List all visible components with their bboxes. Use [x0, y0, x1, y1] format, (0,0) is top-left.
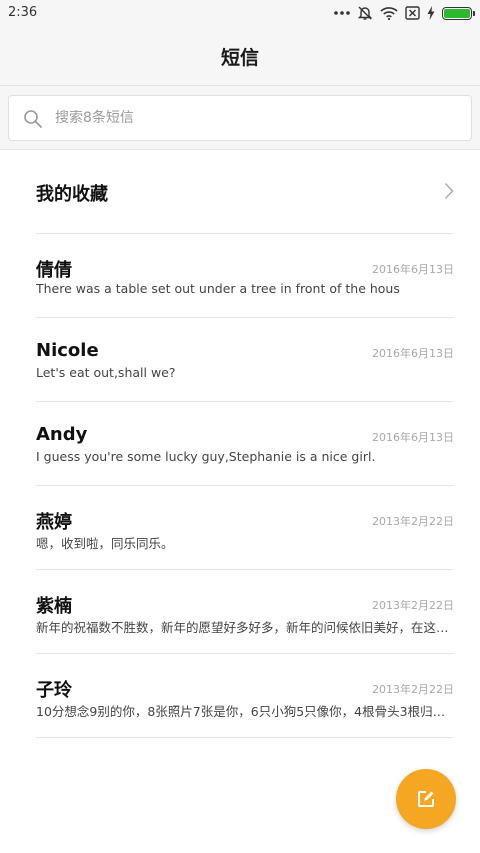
favorites-row[interactable]: 我的收藏	[0, 150, 480, 234]
favorites-label: 我的收藏	[36, 184, 108, 205]
status-bar: 2:36	[0, 0, 480, 26]
status-time: 2:36	[8, 5, 38, 20]
battery-icon	[442, 6, 475, 20]
message-preview: 新年的祝福数不胜数，新年的愿望好多好多，新年的问候依旧美好，在这个温…	[36, 620, 454, 635]
message-preview: There was a table set out under a tree i…	[36, 281, 400, 296]
message-sender: 紫楠	[36, 596, 72, 617]
page-title: 短信	[220, 47, 259, 69]
notification-muted-icon	[357, 6, 373, 20]
message-row[interactable]: 紫楠 2013年2月22日新年的祝福数不胜数，新年的愿望好多好多，新年的问候依旧美…	[0, 570, 480, 654]
compose-icon	[418, 791, 434, 807]
message-preview: Let's eat out,shall we?	[36, 365, 176, 380]
message-date: 2013年2月22日	[372, 599, 454, 612]
search-box[interactable]	[8, 95, 472, 141]
battery-level	[444, 8, 470, 18]
charging-icon	[427, 6, 435, 20]
more-dots-icon	[334, 11, 350, 15]
message-row[interactable]: 燕婷 2013年2月22日嗯，收到啦，同乐同乐。	[0, 486, 480, 570]
message-preview: 10分想念9别的你，8张照片7张是你，6只小狗5只像你，4根骨头3根归你，2…	[36, 704, 454, 719]
search-area	[0, 86, 480, 150]
message-row[interactable]: 倩倩 2016年6月13日 There was a table set out un…	[0, 234, 480, 318]
message-row[interactable]: 子玲 2013年2月22日 10分想念9别的你，8张照片7张是你，6只小狗5只像你，…	[0, 654, 480, 738]
message-preview: 嗯，收到啦，同乐同乐。	[36, 536, 174, 551]
compose-button[interactable]	[396, 769, 456, 829]
message-sender: 燕婷	[36, 512, 72, 533]
search-input[interactable]	[53, 96, 453, 140]
message-sender: 子玲	[36, 680, 72, 701]
message-date: 2016年6月13日	[372, 347, 454, 360]
message-date: 2013年2月22日	[372, 683, 454, 696]
message-sender: 倩倩	[36, 260, 72, 281]
message-row[interactable]: Nicole 2016年6月13日 Let's eat out,shall we?	[0, 318, 480, 402]
wifi-icon	[380, 7, 398, 20]
status-icons	[334, 4, 475, 22]
message-list: 倩倩 2016年6月13日 There was a table set out un…	[0, 234, 480, 738]
message-date: 2013年2月22日	[372, 515, 454, 528]
message-sender: Andy	[36, 424, 88, 445]
message-preview: I guess you're some lucky guy,Stephanie …	[36, 449, 376, 464]
message-date: 2016年6月13日	[372, 263, 454, 276]
search-icon	[24, 110, 42, 128]
app-header: 短信	[0, 26, 480, 86]
row-divider	[36, 737, 454, 738]
chevron-right-icon	[444, 182, 454, 200]
message-row[interactable]: Andy 2016年6月13日 I guess you're some lucky …	[0, 402, 480, 486]
sim-disabled-icon	[405, 6, 420, 20]
message-date: 2016年6月13日	[372, 431, 454, 444]
message-sender: Nicole	[36, 340, 99, 361]
